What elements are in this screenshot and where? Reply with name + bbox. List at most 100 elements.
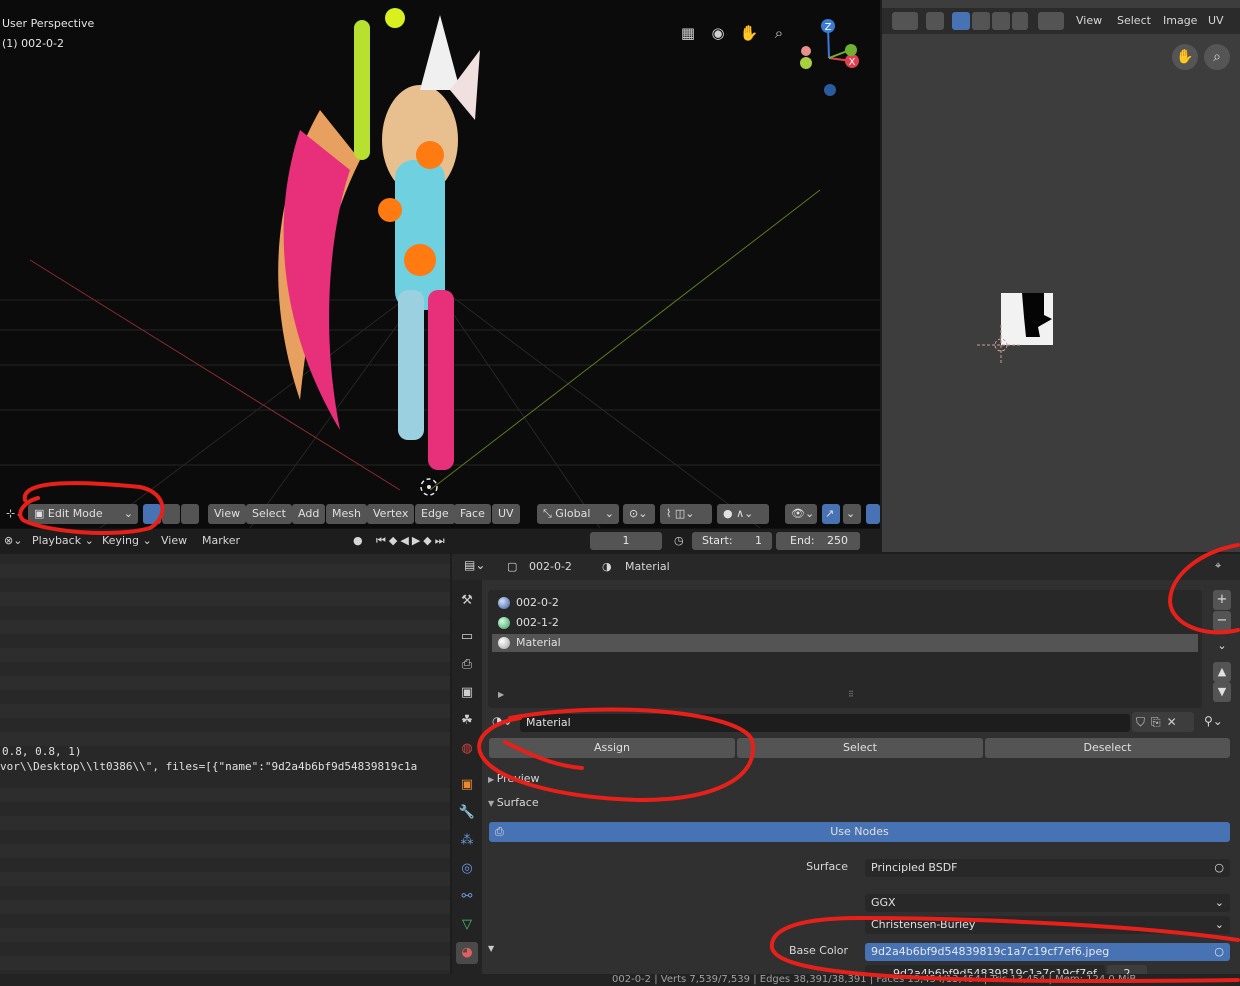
edge-select-button[interactable] (162, 504, 180, 524)
world-tab-icon[interactable]: ◍ (456, 738, 478, 760)
image-users-count[interactable]: 2 (1107, 965, 1147, 974)
surface-shader-field[interactable]: Principled BSDF ○ (865, 859, 1230, 877)
breadcrumb-material[interactable]: Material (625, 560, 670, 573)
character-model[interactable] (278, 8, 480, 470)
playback-controls[interactable]: ⏮◆◀▶◆⏭ (372, 532, 452, 550)
pivot-dropdown[interactable]: ⊙⌄ (623, 504, 655, 524)
gizmo-dropdown[interactable]: ⌄ (843, 504, 861, 524)
clock-icon[interactable]: ◷ (670, 532, 688, 550)
move-slot-down-button[interactable]: ▼ (1213, 682, 1231, 702)
sync-selection-icon[interactable] (926, 12, 944, 30)
material-tab-icon[interactable]: ◕ (456, 942, 478, 964)
material-name-field[interactable]: Material (520, 714, 1130, 732)
constraints-tab-icon[interactable]: ⚯ (456, 886, 478, 908)
collapse-triangle-icon[interactable]: ▼ (488, 944, 494, 953)
view-layer-tab-icon[interactable]: ▣ (456, 682, 478, 704)
material-slot[interactable]: Material (492, 634, 1198, 652)
menu-view[interactable]: View (208, 504, 247, 524)
3d-viewport[interactable]: Z X User Perspective (1) 002-0-2 ▦ ◉ ✋ ⌕… (0, 0, 880, 528)
physics-tab-icon[interactable]: ◎ (456, 858, 478, 880)
uv-edge-select-button[interactable] (972, 12, 990, 30)
menu-marker[interactable]: Marker (198, 532, 244, 550)
material-slot-list[interactable]: 002-0-2 002-1-2 Material ▶ ⠿ (488, 590, 1202, 708)
current-frame-field[interactable]: 1 (590, 532, 662, 550)
select-button[interactable]: Select (737, 738, 983, 758)
particles-tab-icon[interactable]: ⁂ (456, 830, 478, 852)
material-browse-icon[interactable]: ◑⌄ (492, 714, 513, 728)
pin-icon[interactable]: ⌖ (1215, 559, 1221, 573)
expand-triangle-icon[interactable]: ▶ (498, 690, 504, 699)
editor-type-icon[interactable] (892, 12, 918, 30)
preview-panel-header[interactable]: ▶ Preview (488, 772, 540, 785)
menu-vertex[interactable]: Vertex (367, 504, 415, 524)
node-browse-icon[interactable]: ⚲⌄ (1204, 714, 1223, 728)
tool-tab-icon[interactable]: ⚒ (456, 590, 478, 612)
proportional-edit-dropdown[interactable]: ● ∧⌄ (717, 504, 769, 524)
uv-image-editor[interactable]: View Select Image UV ✋ ⌕ (882, 0, 1240, 552)
menu-select[interactable]: Select (1117, 12, 1151, 30)
visibility-dropdown[interactable]: 👁⌄ (785, 504, 817, 524)
properties-editor: ▤⌄ ▢ 002-0-2 ◑ Material ⌖ ⚒ ▭ ⎙ ▣ ☘ ◍ ▣ … (452, 554, 1240, 974)
camera-icon[interactable]: ◉ (707, 22, 729, 44)
menu-view[interactable]: View (157, 532, 191, 550)
output-tab-icon[interactable]: ⎙ (456, 654, 478, 676)
zoom-icon[interactable]: ⌕ (768, 22, 790, 44)
menu-add[interactable]: Add (292, 504, 326, 524)
gizmo-toggle-button[interactable]: ↗ (822, 504, 840, 524)
base-color-texture-field[interactable]: 9d2a4b6bf9d54839819c1a7c19cf7ef6.jpeg ○ (865, 943, 1230, 961)
material-slot[interactable]: 002-1-2 (492, 614, 1198, 632)
move-slot-up-button[interactable]: ▲ (1213, 662, 1231, 682)
editor-type-icon[interactable]: ▤⌄ (464, 558, 485, 572)
menu-uv[interactable]: UV (492, 504, 520, 524)
hand-pan-icon[interactable]: ✋ (1172, 44, 1198, 70)
scene-tab-icon[interactable]: ☘ (456, 710, 478, 732)
slot-specials-icon[interactable]: ⌄ (1213, 636, 1231, 656)
menu-mesh[interactable]: Mesh (326, 504, 367, 524)
editor-type-icon[interactable]: ⊹⌄ (0, 504, 24, 524)
link-socket-icon: ○ (1214, 945, 1224, 958)
navigation-gizmo[interactable]: Z X (800, 19, 859, 96)
image-datablock-field[interactable]: 9d2a4b6bf9d54839819c1a7c19cf7ef (865, 965, 1105, 974)
orientation-dropdown[interactable]: ⤡ Global ⌄ (537, 504, 619, 524)
overlay-toggle-button[interactable] (866, 504, 880, 524)
add-slot-button[interactable]: + (1213, 590, 1231, 610)
uv-vertex-select-button[interactable] (952, 12, 970, 30)
hand-pan-icon[interactable]: ✋ (738, 22, 760, 44)
editor-type-icon[interactable]: ⊗⌄ (0, 532, 26, 550)
menu-view[interactable]: View (1076, 12, 1102, 30)
mode-dropdown[interactable]: ▣ Edit Mode ⌄ (28, 504, 138, 524)
use-nodes-button[interactable]: ⎙ Use Nodes (489, 822, 1230, 842)
menu-uv[interactable]: UV (1208, 12, 1224, 30)
sticky-select-dropdown[interactable] (1038, 12, 1064, 30)
menu-edge[interactable]: Edge (415, 504, 455, 524)
end-frame-field[interactable]: End: 250 (776, 532, 860, 550)
zoom-icon[interactable]: ⌕ (1204, 44, 1230, 70)
menu-keying[interactable]: Keying ⌄ (98, 532, 156, 550)
grid-view-icon[interactable]: ▦ (677, 22, 699, 44)
distribution-dropdown[interactable]: GGX ⌄ (865, 894, 1230, 912)
modifier-tab-icon[interactable]: 🔧 (456, 802, 478, 824)
material-datablock-buttons[interactable]: ⛉⎘✕ (1132, 712, 1194, 732)
menu-image[interactable]: Image (1163, 12, 1197, 30)
material-slot[interactable]: 002-0-2 (492, 594, 1198, 612)
start-frame-field[interactable]: Start: 1 (692, 532, 772, 550)
menu-face[interactable]: Face (454, 504, 491, 524)
deselect-button[interactable]: Deselect (985, 738, 1230, 758)
render-tab-icon[interactable]: ▭ (456, 626, 478, 648)
assign-button[interactable]: Assign (489, 738, 735, 758)
subsurface-method-dropdown[interactable]: Christensen-Burley ⌄ (865, 916, 1230, 934)
uv-island-select-button[interactable] (1012, 12, 1028, 30)
resize-handle-icon[interactable]: ⠿ (848, 690, 854, 699)
uv-face-select-button[interactable] (992, 12, 1010, 30)
record-keyframe-icon[interactable]: ● (349, 532, 367, 550)
remove-slot-button[interactable]: − (1213, 611, 1231, 631)
object-data-tab-icon[interactable]: ▽ (456, 914, 478, 936)
menu-select[interactable]: Select (246, 504, 292, 524)
menu-playback[interactable]: Playback ⌄ (28, 532, 98, 550)
vertex-select-button[interactable] (143, 504, 161, 524)
face-select-button[interactable] (181, 504, 199, 524)
breadcrumb-object[interactable]: 002-0-2 (529, 560, 572, 573)
snap-dropdown[interactable]: ⌇ ◫⌄ (660, 504, 712, 524)
object-tab-icon[interactable]: ▣ (456, 774, 478, 796)
surface-panel-header[interactable]: ▼ Surface (488, 796, 539, 809)
